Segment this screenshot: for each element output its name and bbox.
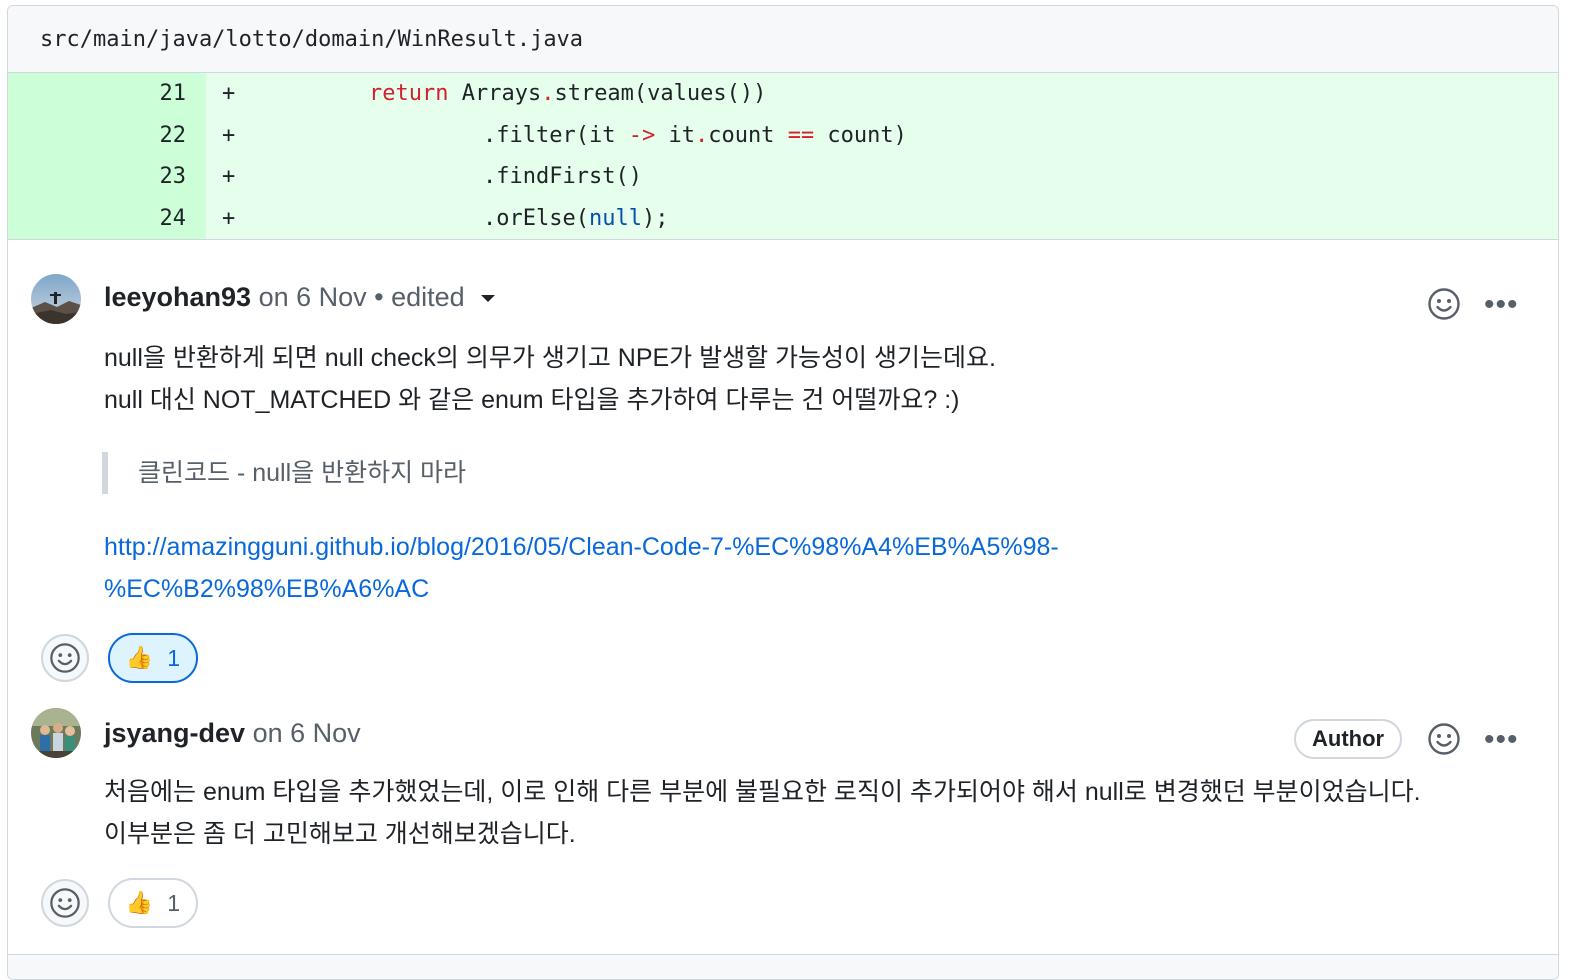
file-path[interactable]: src/main/java/lotto/domain/WinResult.jav…: [40, 27, 583, 52]
diff-line: 24 + .orElse(null);: [8, 197, 1558, 239]
code-text: .orElse(null);: [258, 206, 668, 231]
smiley-icon: [50, 888, 80, 918]
review-thread: src/main/java/lotto/domain/WinResult.jav…: [7, 5, 1559, 980]
avatar[interactable]: [31, 274, 81, 324]
code-token: );: [641, 205, 669, 231]
code-token: count): [814, 122, 907, 148]
diff-line: 21 + return Arrays.stream(values()): [8, 73, 1558, 115]
add-reaction-button[interactable]: [1427, 287, 1461, 321]
code-token: .findFirst(): [483, 164, 642, 190]
reaction-count: 1: [167, 644, 181, 671]
code-text: .findFirst(): [258, 164, 642, 189]
kebab-horizontal-icon[interactable]: •••: [1484, 725, 1519, 755]
avatar[interactable]: [31, 708, 81, 758]
code-text: .filter(it -> it.count == count): [258, 123, 907, 148]
line-number[interactable]: 21: [8, 73, 206, 115]
diff-line: 23 + .findFirst(): [8, 156, 1558, 198]
link-line[interactable]: http://amazingguni.github.io/blog/2016/0…: [104, 526, 1304, 568]
blockquote: 클린코드 - null을 반환하지 마라: [102, 452, 466, 494]
diff-hunk: 21 + return Arrays.stream(values()) 22 +…: [8, 73, 1558, 240]
code-literal: null: [588, 205, 642, 231]
code-token: it: [655, 122, 695, 148]
smiley-icon: [50, 643, 80, 673]
code-operator: ->: [628, 122, 656, 148]
author-badge: Author: [1294, 719, 1403, 759]
code-token: .filter(it: [483, 122, 629, 148]
add-reaction-button[interactable]: [1427, 722, 1461, 756]
smiley-icon: [1428, 288, 1460, 320]
code-keyword: return: [369, 81, 449, 107]
file-path-header: src/main/java/lotto/domain/WinResult.jav…: [8, 6, 1558, 73]
username-link[interactable]: jsyang-dev: [104, 718, 245, 748]
line-number[interactable]: 24: [8, 197, 206, 239]
code-text: return Arrays.stream(values()): [258, 81, 766, 106]
username-link[interactable]: leeyohan93: [104, 282, 251, 312]
diff-sign: +: [222, 205, 236, 231]
link-line[interactable]: %EC%B2%98%EB%A6%AC: [104, 568, 1304, 610]
diff-line: 22 + .filter(it -> it.count == count): [8, 114, 1558, 156]
code-operator: .: [541, 81, 555, 107]
avatar-image: [31, 708, 81, 758]
line-number[interactable]: 22: [8, 114, 206, 156]
thumbs-up-reaction[interactable]: 👍 1: [108, 878, 198, 928]
code-token: Arrays: [448, 81, 542, 107]
thumbs-up-reaction[interactable]: 👍 1: [108, 633, 198, 683]
smiley-icon: [1428, 723, 1460, 755]
thread-footer: [8, 954, 1558, 979]
comment-body: 처음에는 enum 타입을 추가했었는데, 이로 인해 다른 부분에 불필요한 …: [104, 771, 1421, 855]
comment-line: 이부분은 좀 더 고민해보고 개선해보겠습니다.: [104, 820, 576, 848]
diff-sign: +: [222, 164, 236, 190]
kebab-horizontal-icon[interactable]: •••: [1484, 290, 1519, 320]
comment-meta: on 6 Nov • edited: [251, 282, 465, 312]
add-reaction-button[interactable]: [41, 634, 89, 682]
comment-header: leeyohan93 on 6 Nov • edited: [104, 282, 495, 313]
comment-header: jsyang-dev on 6 Nov: [104, 718, 361, 749]
reference-link[interactable]: http://amazingguni.github.io/blog/2016/0…: [104, 526, 1304, 610]
code-operator: .: [694, 122, 709, 148]
comment-line: 처음에는 enum 타입을 추가했었는데, 이로 인해 다른 부분에 불필요한 …: [104, 778, 1421, 806]
diff-sign: +: [222, 81, 236, 107]
reaction-count: 1: [167, 889, 181, 916]
diff-sign: +: [222, 122, 236, 148]
edit-history-caret-icon[interactable]: [480, 295, 495, 303]
thumbs-up-icon: 👍: [125, 645, 154, 670]
code-token: count: [708, 122, 788, 148]
code-token: stream(values()): [554, 81, 767, 107]
code-operator: ==: [787, 122, 815, 148]
comment-line: null 대신 NOT_MATCHED 와 같은 enum 타입을 추가하여 다…: [104, 386, 960, 414]
add-reaction-button[interactable]: [41, 879, 89, 927]
line-number[interactable]: 23: [8, 156, 206, 198]
avatar-image: [31, 274, 81, 324]
thumbs-up-icon: 👍: [125, 890, 154, 915]
comment-line: null을 반환하게 되면 null check의 의무가 생기고 NPE가 발…: [104, 344, 996, 372]
code-token: .orElse(: [483, 205, 589, 231]
comment-body: null을 반환하게 되면 null check의 의무가 생기고 NPE가 발…: [104, 337, 996, 421]
comment-meta: on 6 Nov: [245, 718, 361, 748]
